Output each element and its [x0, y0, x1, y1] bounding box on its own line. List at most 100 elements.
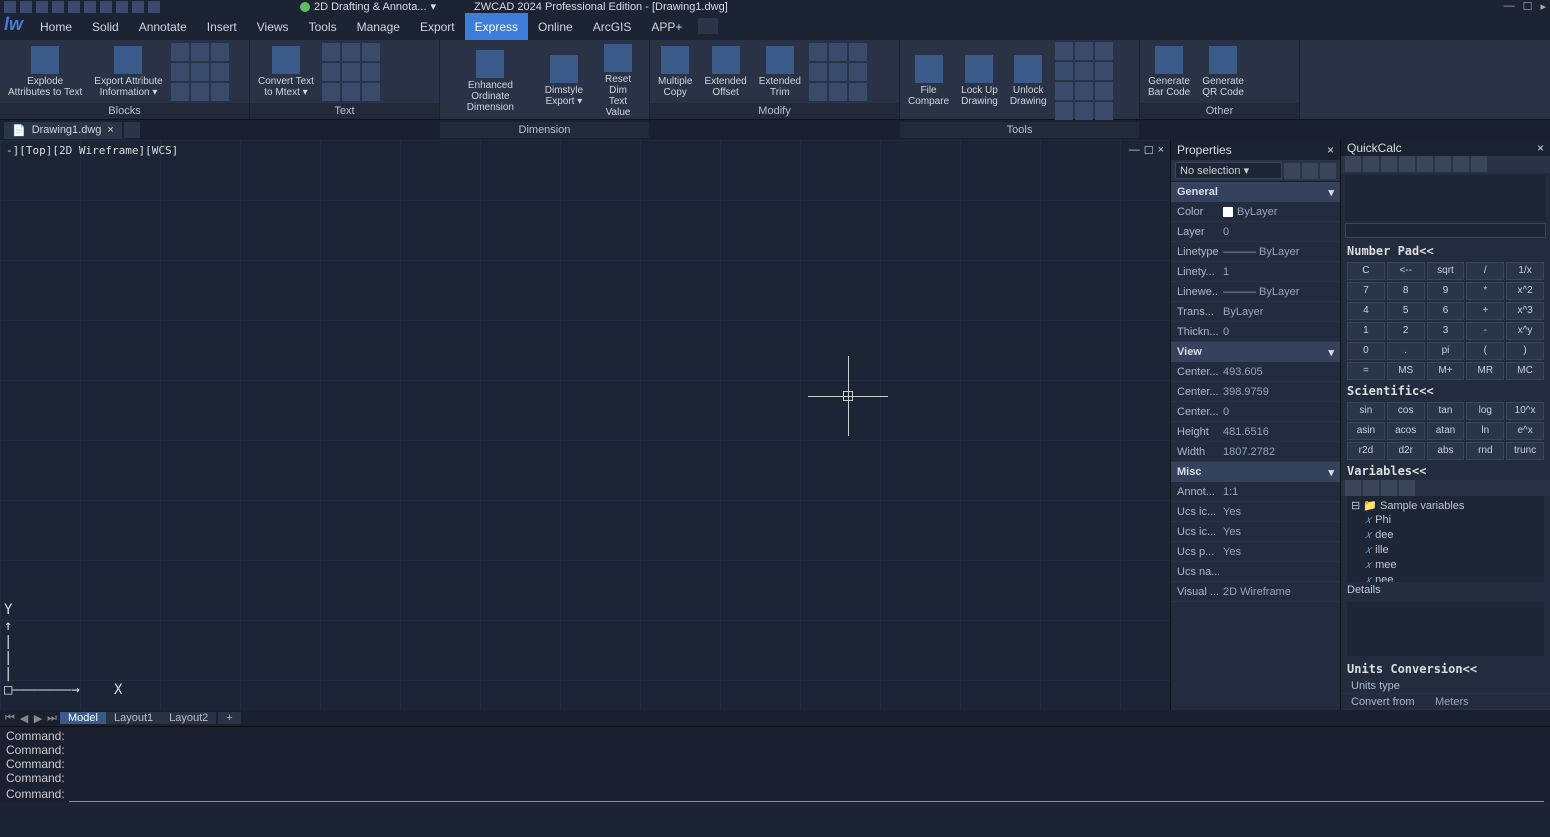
qat-icon[interactable]	[68, 1, 80, 13]
ribbon-small-button[interactable]	[362, 63, 380, 81]
property-row[interactable]: ColorByLayer	[1171, 202, 1340, 222]
qc-tool-icon[interactable]	[1381, 156, 1397, 172]
var-item[interactable]: 𝑥mee	[1351, 558, 1540, 573]
qat-icon[interactable]	[36, 1, 48, 13]
calc-key[interactable]: MR	[1466, 362, 1504, 380]
qat-icon[interactable]	[52, 1, 64, 13]
quickcalc-header[interactable]: QuickCalc ×	[1341, 140, 1550, 156]
drawing-viewport[interactable]: -][Top][2D Wireframe][WCS] — ☐ × Y↑|||□—…	[0, 140, 1170, 710]
property-row[interactable]: Linety...1	[1171, 262, 1340, 282]
calc-key[interactable]: 1/x	[1506, 262, 1544, 280]
property-row[interactable]: Trans...ByLayer	[1171, 302, 1340, 322]
menu-tab-manage[interactable]: Manage	[347, 13, 410, 40]
calc-key[interactable]: )	[1506, 342, 1544, 360]
minimize-icon[interactable]: —	[1504, 0, 1515, 13]
ribbon-small-button[interactable]	[171, 63, 189, 81]
ribbon-small-button[interactable]	[809, 63, 827, 81]
property-row[interactable]: Linetype——— ByLayer	[1171, 242, 1340, 262]
var-item[interactable]: 𝑥nee	[1351, 573, 1540, 582]
close-icon[interactable]: ×	[107, 124, 113, 136]
menu-tab-express[interactable]: Express	[465, 13, 528, 40]
qc-tool-icon[interactable]	[1345, 156, 1361, 172]
ribbon-small-button[interactable]	[322, 63, 340, 81]
calc-key[interactable]: 7	[1347, 282, 1385, 300]
property-row[interactable]: Width1807.2782	[1171, 442, 1340, 462]
calc-key[interactable]: 1	[1347, 322, 1385, 340]
var-tool-icon[interactable]	[1381, 480, 1397, 496]
layout-tab[interactable]: Layout1	[106, 712, 161, 724]
calc-key[interactable]: MC	[1506, 362, 1544, 380]
ribbon-small-button[interactable]	[1075, 62, 1093, 80]
calc-key[interactable]: <--	[1387, 262, 1425, 280]
properties-header[interactable]: Properties ×	[1171, 140, 1340, 160]
ribbon-small-button[interactable]	[1095, 82, 1113, 100]
ribbon-small-button[interactable]	[342, 63, 360, 81]
sci-key[interactable]: d2r	[1387, 442, 1425, 460]
calc-key[interactable]: C	[1347, 262, 1385, 280]
ribbon-small-button[interactable]	[1075, 102, 1093, 120]
property-row[interactable]: Center...398.9759	[1171, 382, 1340, 402]
selection-dropdown[interactable]: No selection ▾	[1175, 162, 1282, 179]
calc-key[interactable]: .	[1387, 342, 1425, 360]
menu-tab-app+[interactable]: APP+	[641, 13, 692, 40]
qat-icon[interactable]	[116, 1, 128, 13]
menu-tab-solid[interactable]: Solid	[82, 13, 129, 40]
qc-tool-icon[interactable]	[1399, 156, 1415, 172]
ribbon-small-button[interactable]	[1055, 42, 1073, 60]
qat-icon[interactable]	[100, 1, 112, 13]
menu-tab-online[interactable]: Online	[528, 13, 583, 40]
calc-key[interactable]: MS	[1387, 362, 1425, 380]
ribbon-small-button[interactable]	[809, 43, 827, 61]
ribbon-small-button[interactable]	[1075, 42, 1093, 60]
var-item[interactable]: 𝑥dee	[1351, 528, 1540, 543]
property-row[interactable]: Visual ...2D Wireframe	[1171, 582, 1340, 602]
units-title[interactable]: Units Conversion<<	[1341, 660, 1550, 678]
sci-key[interactable]: acos	[1387, 422, 1425, 440]
ribbon-small-button[interactable]	[211, 43, 229, 61]
calc-key[interactable]: 9	[1427, 282, 1465, 300]
ribbon-small-button[interactable]	[342, 43, 360, 61]
file-tab[interactable]: 📄 Drawing1.dwg ×	[4, 122, 122, 139]
sci-key[interactable]: rnd	[1466, 442, 1504, 460]
ribbon-small-button[interactable]	[1095, 102, 1113, 120]
calc-key[interactable]: sqrt	[1427, 262, 1465, 280]
ribbon-small-button[interactable]	[362, 43, 380, 61]
convert-from-value[interactable]: Meters	[1431, 696, 1540, 708]
scientific-title[interactable]: Scientific<<	[1341, 382, 1550, 400]
ribbon-small-button[interactable]	[322, 43, 340, 61]
ribbon-small-button[interactable]	[322, 83, 340, 101]
sci-key[interactable]: asin	[1347, 422, 1385, 440]
ribbon-button[interactable]: GenerateQR Code	[1198, 44, 1248, 100]
minimize-icon[interactable]: —	[1129, 144, 1140, 157]
ribbon-small-button[interactable]	[849, 43, 867, 61]
maximize-icon[interactable]: ☐	[1144, 144, 1154, 157]
section-header[interactable]: View▾	[1171, 342, 1340, 362]
ribbon-small-button[interactable]	[849, 83, 867, 101]
ribbon-small-button[interactable]	[829, 43, 847, 61]
qat-icon[interactable]	[148, 1, 160, 13]
sci-key[interactable]: atan	[1427, 422, 1465, 440]
viewport-label[interactable]: -][Top][2D Wireframe][WCS]	[6, 144, 178, 157]
close-icon[interactable]: ▸	[1540, 0, 1546, 13]
qc-tool-icon[interactable]	[1453, 156, 1469, 172]
ribbon-button[interactable]: GenerateBar Code	[1144, 44, 1194, 100]
menu-tab-insert[interactable]: Insert	[197, 13, 247, 40]
property-row[interactable]: Linewe...——— ByLayer	[1171, 282, 1340, 302]
calc-input[interactable]	[1345, 223, 1546, 237]
qat-icon[interactable]	[4, 1, 16, 13]
ribbon-button[interactable]: ExtendedTrim	[755, 44, 805, 100]
section-header[interactable]: General▾	[1171, 182, 1340, 202]
qat-icon[interactable]	[84, 1, 96, 13]
property-row[interactable]: Height481.6516	[1171, 422, 1340, 442]
ribbon-button[interactable]: Export AttributeInformation ▾	[90, 44, 166, 100]
new-file-button[interactable]	[124, 122, 140, 138]
first-layout-icon[interactable]: ⏮	[4, 712, 16, 725]
qc-tool-icon[interactable]	[1471, 156, 1487, 172]
var-tool-icon[interactable]	[1363, 480, 1379, 496]
next-layout-icon[interactable]: ▶	[32, 712, 44, 725]
ribbon-small-button[interactable]	[1095, 42, 1113, 60]
calc-key[interactable]: 6	[1427, 302, 1465, 320]
ribbon-button[interactable]: FileCompare	[904, 53, 953, 109]
close-icon[interactable]: ×	[1537, 141, 1544, 155]
prev-layout-icon[interactable]: ◀	[18, 712, 30, 725]
